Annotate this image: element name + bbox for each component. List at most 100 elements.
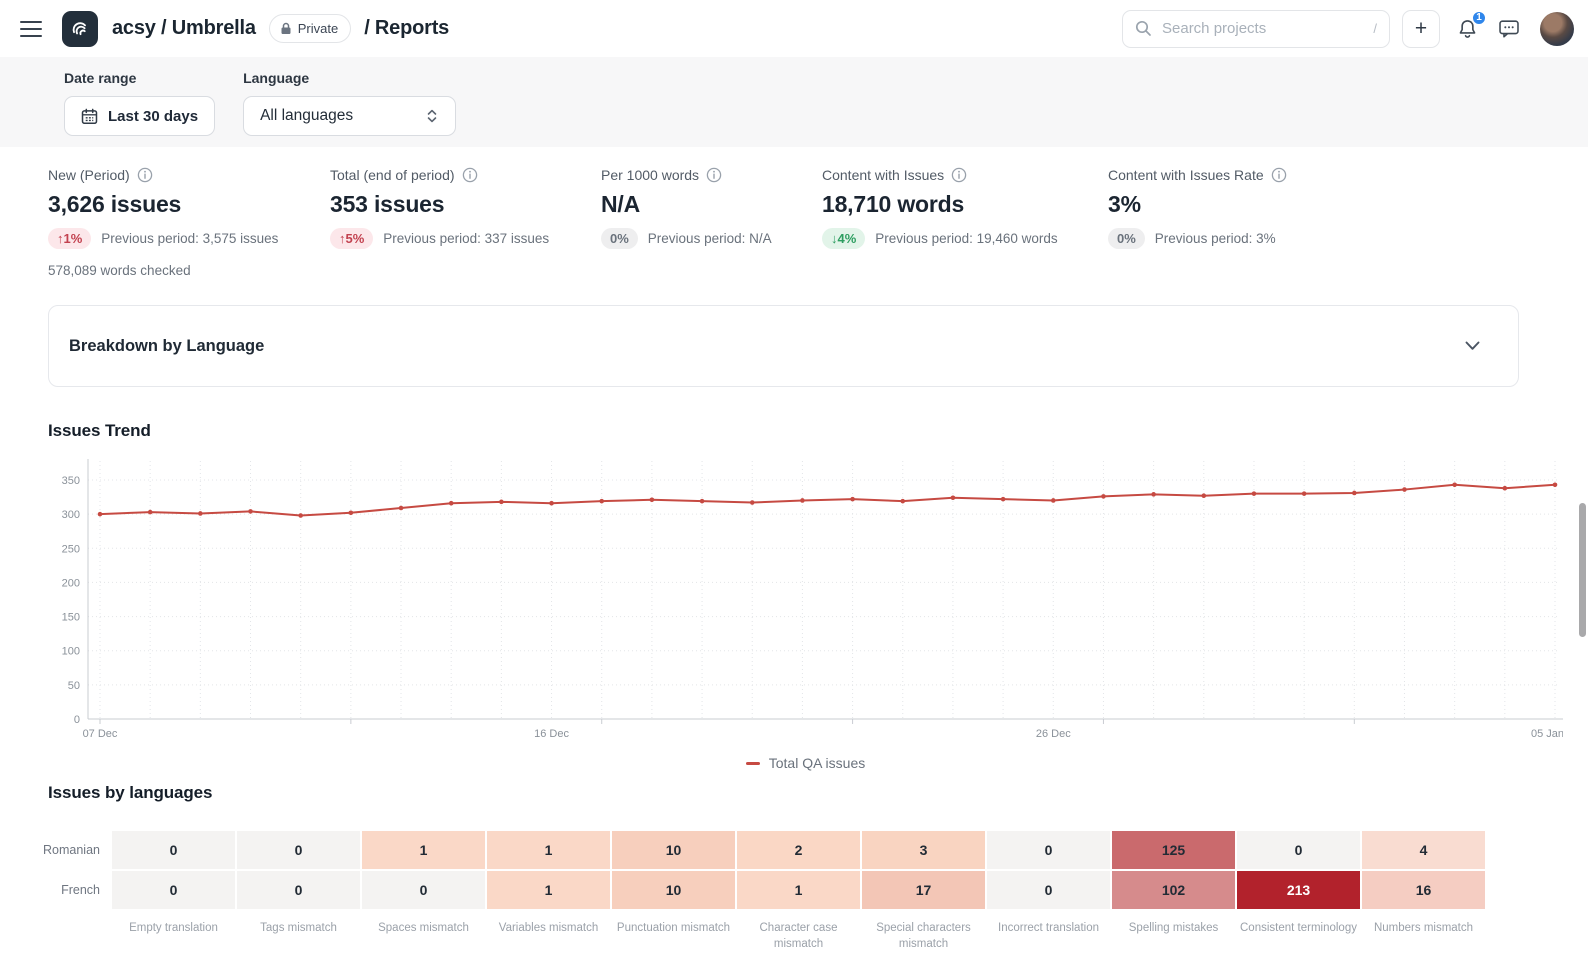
chevron-down-icon	[1465, 341, 1480, 351]
heatmap-cell: 0	[987, 831, 1110, 869]
words-checked-note: 578,089 words checked	[48, 263, 330, 278]
user-avatar[interactable]	[1540, 12, 1574, 46]
svg-text:150: 150	[62, 612, 80, 624]
breadcrumb-section: / Reports	[364, 17, 449, 40]
heatmap-cell: 10	[612, 831, 735, 869]
notifications-button[interactable]: 1	[1452, 14, 1482, 44]
heatmap-column-label: Empty translation	[112, 911, 235, 952]
stat-label: Total (end of period)	[330, 167, 455, 183]
search-icon	[1135, 20, 1152, 37]
stat-change-badge: 0%	[1108, 228, 1145, 249]
stat-previous: Previous period: 19,460 words	[875, 231, 1057, 246]
stat-new-period: New (Period) 3,626 issues ↑1%Previous pe…	[48, 167, 330, 278]
stat-previous: Previous period: N/A	[648, 231, 772, 246]
search-box[interactable]: /	[1122, 10, 1390, 48]
chart-legend[interactable]: Total QA issues	[48, 755, 1563, 771]
stat-value: 353 issues	[330, 191, 601, 218]
stats-row: New (Period) 3,626 issues ↑1% Previous pe…	[0, 147, 1588, 278]
info-icon[interactable]	[137, 167, 153, 183]
stat-change-badge: 0%	[601, 228, 638, 249]
heatmap-cell: 0	[112, 831, 235, 869]
heatmap-cell: 0	[237, 831, 360, 869]
menu-icon[interactable]	[20, 21, 42, 37]
legend-label: Total QA issues	[769, 755, 866, 771]
calendar-icon	[81, 108, 98, 125]
stat-value: 3,626 issues	[48, 191, 330, 218]
stat-label: Per 1000 words	[601, 167, 699, 183]
heatmap-cell: 125	[1112, 831, 1235, 869]
language-label: Language	[243, 70, 456, 86]
sort-arrows-icon	[425, 108, 439, 124]
create-new-button[interactable]: +	[1402, 10, 1440, 48]
breakdown-by-language-panel[interactable]: Breakdown by Language	[48, 305, 1519, 387]
stat-change-badge: ↓4%	[822, 228, 865, 249]
heatmap-cell: 102	[1112, 871, 1235, 909]
heatmap-column-label: Punctuation mismatch	[612, 911, 735, 952]
date-range-filter: Date range Last 30 days	[64, 70, 215, 147]
svg-text:300: 300	[62, 509, 80, 521]
stat-change-badge: ↑1%	[48, 228, 91, 249]
svg-text:16 Dec: 16 Dec	[534, 728, 569, 740]
svg-text:05 Jan: 05 Jan	[1531, 728, 1563, 740]
heatmap-cell: 0	[112, 871, 235, 909]
svg-text:26 Dec: 26 Dec	[1036, 728, 1071, 740]
heatmap-cell: 17	[862, 871, 985, 909]
heatmap-cell: 0	[237, 871, 360, 909]
info-icon[interactable]	[1271, 167, 1287, 183]
stat-value: N/A	[601, 191, 822, 218]
date-range-label: Date range	[64, 70, 215, 86]
navbar-actions: / + 1	[1122, 10, 1574, 48]
heatmap-cell: 1	[487, 831, 610, 869]
stat-label: New (Period)	[48, 167, 130, 183]
heatmap-column-label: Special characters mismatch	[862, 911, 985, 952]
privacy-badge: Private	[269, 14, 351, 43]
stat-total-end-of-period: Total (end of period) 353 issues ↑5%Prev…	[330, 167, 601, 278]
top-navbar: acsy / Umbrella Private / Reports / + 1	[0, 0, 1588, 57]
info-icon[interactable]	[706, 167, 722, 183]
date-range-value: Last 30 days	[108, 108, 198, 125]
svg-text:100: 100	[62, 646, 80, 658]
stat-previous: Previous period: 3%	[1155, 231, 1276, 246]
heatmap-column-label: Tags mismatch	[237, 911, 360, 952]
stat-previous: Previous period: 337 issues	[383, 231, 549, 246]
language-select[interactable]: All languages	[243, 96, 456, 136]
breakdown-title: Breakdown by Language	[69, 337, 264, 356]
logo-swirl-icon	[69, 18, 91, 40]
stat-value: 3%	[1108, 191, 1408, 218]
issues-by-languages-heading: Issues by languages	[48, 783, 1588, 803]
heatmap-cell: 16	[1362, 871, 1485, 909]
heatmap-column-label: Spaces mismatch	[362, 911, 485, 952]
stat-value: 18,710 words	[822, 191, 1108, 218]
heatmap-cell: 3	[862, 831, 985, 869]
issues-by-languages-heatmap: Romanian00111023012504French000110117010…	[48, 831, 1485, 952]
privacy-badge-label: Private	[298, 21, 338, 36]
heatmap-cell: 1	[362, 831, 485, 869]
line-chart-svg: 05010015020025030035007 Dec16 Dec26 Dec0…	[48, 453, 1563, 745]
stat-content-with-issues-rate: Content with Issues Rate 3% 0%Previous p…	[1108, 167, 1408, 278]
app-logo[interactable]	[62, 11, 98, 47]
heatmap-corner-spacer	[48, 911, 110, 952]
vertical-scrollbar[interactable]	[1579, 503, 1586, 637]
issues-trend-chart: 05010015020025030035007 Dec16 Dec26 Dec0…	[48, 453, 1563, 745]
info-icon[interactable]	[462, 167, 478, 183]
info-icon[interactable]	[951, 167, 967, 183]
search-input[interactable]	[1160, 19, 1365, 38]
chat-icon	[1498, 18, 1520, 39]
heatmap-cell: 10	[612, 871, 735, 909]
heatmap-column-label: Numbers mismatch	[1362, 911, 1485, 952]
svg-text:200: 200	[62, 577, 80, 589]
issues-trend-heading: Issues Trend	[48, 421, 1588, 441]
feedback-button[interactable]	[1494, 14, 1524, 44]
svg-text:350: 350	[62, 475, 80, 487]
heatmap-column-label: Variables mismatch	[487, 911, 610, 952]
heatmap-row-label: Romanian	[48, 831, 110, 869]
stat-content-with-issues: Content with Issues 18,710 words ↓4% Prev…	[822, 167, 1108, 278]
stat-label: Content with Issues	[822, 167, 944, 183]
heatmap-cell: 0	[362, 871, 485, 909]
date-range-button[interactable]: Last 30 days	[64, 96, 215, 136]
language-filter: Language All languages	[243, 70, 456, 147]
breadcrumb-project[interactable]: acsy / Umbrella	[112, 17, 256, 40]
heatmap-column-label: Consistent terminology	[1237, 911, 1360, 952]
heatmap-cell: 1	[737, 871, 860, 909]
filter-bar: Date range Last 30 days Language All lan…	[0, 57, 1588, 147]
